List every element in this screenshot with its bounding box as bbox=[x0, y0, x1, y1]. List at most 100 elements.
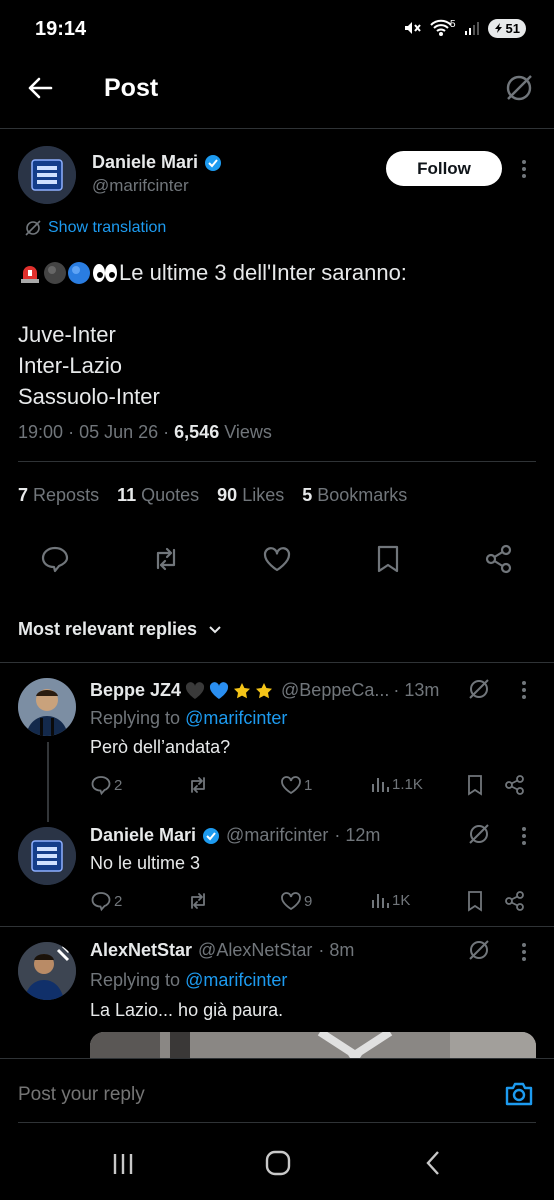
replies-sort-dropdown[interactable]: Most relevant replies bbox=[18, 619, 223, 640]
show-translation-link[interactable]: Show translation bbox=[24, 219, 166, 237]
reply-2-name[interactable]: Daniele Mari bbox=[90, 825, 196, 846]
black-circle-emoji-icon bbox=[43, 261, 67, 285]
reply-1-time: · 13m bbox=[393, 680, 440, 700]
reply-1-more-button[interactable] bbox=[521, 680, 527, 700]
like-button[interactable] bbox=[262, 544, 292, 574]
signal-icon bbox=[464, 20, 480, 36]
reply-3-grok-button[interactable] bbox=[467, 938, 491, 962]
grok-button[interactable] bbox=[503, 72, 535, 104]
reply-1-avatar[interactable] bbox=[18, 678, 76, 736]
reply-2-repost-button[interactable] bbox=[186, 890, 210, 912]
reply-2-text: No le ultime 3 bbox=[90, 853, 201, 873]
recent-apps-icon bbox=[113, 1154, 133, 1174]
reply-3-avatar[interactable] bbox=[18, 942, 76, 1000]
grok-icon bbox=[469, 940, 489, 960]
reply-2-avatar[interactable] bbox=[18, 827, 76, 885]
reposts-stat[interactable]: 7 Reposts bbox=[18, 485, 99, 506]
author-avatar[interactable] bbox=[18, 146, 76, 204]
reply-input[interactable] bbox=[18, 1080, 458, 1110]
reply-2-time: · 12m bbox=[334, 825, 381, 845]
reply-1-reply-count: 2 bbox=[114, 776, 123, 794]
reply-3-more-button[interactable] bbox=[521, 942, 527, 962]
replying-to-handle[interactable]: @marifcinter bbox=[185, 970, 287, 990]
reply-2-handle[interactable]: @marifcinter bbox=[226, 825, 328, 846]
reply-1-share-button[interactable] bbox=[504, 774, 526, 796]
home-button[interactable] bbox=[265, 1150, 291, 1176]
camera-button[interactable] bbox=[504, 1080, 534, 1108]
reply-2-share-button[interactable] bbox=[504, 890, 526, 912]
system-back-button[interactable] bbox=[424, 1150, 442, 1176]
post-text-line-1: Le ultime 3 dell'Inter saranno: bbox=[119, 260, 407, 285]
bookmarks-label: Bookmarks bbox=[317, 485, 408, 505]
replies-sort-label: Most relevant replies bbox=[18, 619, 198, 639]
verified-badge-icon bbox=[202, 827, 220, 845]
siren-emoji-icon bbox=[18, 261, 42, 285]
system-navbar bbox=[0, 1128, 554, 1200]
reply-1-reply-button[interactable]: 2 bbox=[90, 774, 122, 796]
replying-to-handle[interactable]: @marifcinter bbox=[185, 708, 287, 728]
post-line-1: Le ultime 3 dell'Inter saranno: bbox=[18, 260, 407, 286]
reply-2-views-button[interactable]: 1K bbox=[370, 890, 410, 910]
reply-1-replying-to: Replying to @marifcinter bbox=[90, 708, 287, 729]
wifi-label: 5 bbox=[449, 19, 456, 30]
back-button[interactable] bbox=[26, 74, 54, 102]
reply-1-bookmark-button[interactable] bbox=[466, 774, 484, 796]
more-options-button[interactable] bbox=[520, 158, 528, 180]
more-vertical-icon bbox=[522, 681, 526, 699]
reply-1-repost-button[interactable] bbox=[186, 774, 210, 796]
recent-apps-button[interactable] bbox=[111, 1152, 135, 1176]
replying-prefix: Replying to bbox=[90, 708, 181, 728]
author-handle[interactable]: @marifcinter bbox=[92, 176, 189, 196]
heart-icon bbox=[263, 547, 291, 572]
grok-icon bbox=[469, 824, 489, 844]
reply-button[interactable] bbox=[40, 544, 70, 574]
reply-2-view-count: 1K bbox=[392, 891, 411, 909]
reply-2-bookmark-button[interactable] bbox=[466, 890, 484, 912]
more-vertical-icon bbox=[522, 827, 526, 845]
bookmark-button[interactable] bbox=[374, 544, 402, 574]
reply-1-grok-button[interactable] bbox=[467, 677, 491, 701]
views-icon bbox=[372, 778, 389, 792]
post-text-line-4: Sassuolo-Inter bbox=[18, 384, 160, 409]
reply-2-like-button[interactable]: 9 bbox=[280, 890, 312, 912]
reply-icon bbox=[91, 776, 111, 796]
post-text-line-3: Inter-Lazio bbox=[18, 353, 122, 378]
reply-composer bbox=[0, 1058, 554, 1128]
bookmark-icon bbox=[468, 775, 482, 796]
post-time: 19:00 bbox=[18, 422, 64, 442]
share-button[interactable] bbox=[484, 544, 514, 574]
reposts-label: Reposts bbox=[33, 485, 100, 505]
reply-3-handle[interactable]: @AlexNetStar bbox=[198, 940, 312, 961]
follow-button[interactable]: Follow bbox=[386, 151, 502, 186]
battery-indicator: 51 bbox=[487, 18, 526, 38]
reply-3-name[interactable]: AlexNetStar bbox=[90, 940, 192, 961]
likes-stat[interactable]: 90 Likes bbox=[217, 485, 284, 506]
arrow-left-icon bbox=[28, 77, 53, 99]
reply-3-text: La Lazio... ho già paura. bbox=[90, 1000, 284, 1020]
reply-1-views-button[interactable]: 1.1K bbox=[370, 774, 423, 794]
blue-heart-emoji-icon bbox=[209, 681, 229, 700]
bookmarks-count: 5 bbox=[302, 485, 313, 505]
quotes-stat[interactable]: 11 Quotes bbox=[117, 485, 199, 506]
composer-bottom-divider bbox=[18, 1122, 536, 1123]
status-icons: 5 51 bbox=[402, 18, 526, 38]
repost-button[interactable] bbox=[150, 544, 182, 574]
show-translation-label[interactable]: Show translation bbox=[48, 219, 166, 237]
reply-1-like-button[interactable]: 1 bbox=[280, 774, 312, 796]
reply-3-media[interactable] bbox=[90, 1032, 536, 1058]
reply-2-reply-button[interactable]: 2 bbox=[90, 890, 122, 912]
share-icon bbox=[505, 891, 524, 911]
reposts-count: 7 bbox=[18, 485, 29, 505]
bookmarks-stat[interactable]: 5 Bookmarks bbox=[302, 485, 407, 506]
reply-2-grok-button[interactable] bbox=[467, 822, 491, 846]
eyes-emoji-icon bbox=[91, 261, 119, 285]
share-icon bbox=[505, 775, 524, 795]
author-name[interactable]: Daniele Mari bbox=[92, 152, 198, 173]
reply-2-like-count: 9 bbox=[304, 892, 313, 910]
status-time: 19:14 bbox=[35, 18, 87, 40]
reply-1-name[interactable]: Beppe JZ4 bbox=[90, 680, 181, 701]
page-title: Post bbox=[104, 74, 159, 102]
reply-2-more-button[interactable] bbox=[521, 826, 527, 846]
reply-2-header: Daniele Mari @marifcinter · 12m bbox=[90, 825, 380, 846]
reply-1-handle[interactable]: @BeppeCa... bbox=[281, 680, 389, 701]
